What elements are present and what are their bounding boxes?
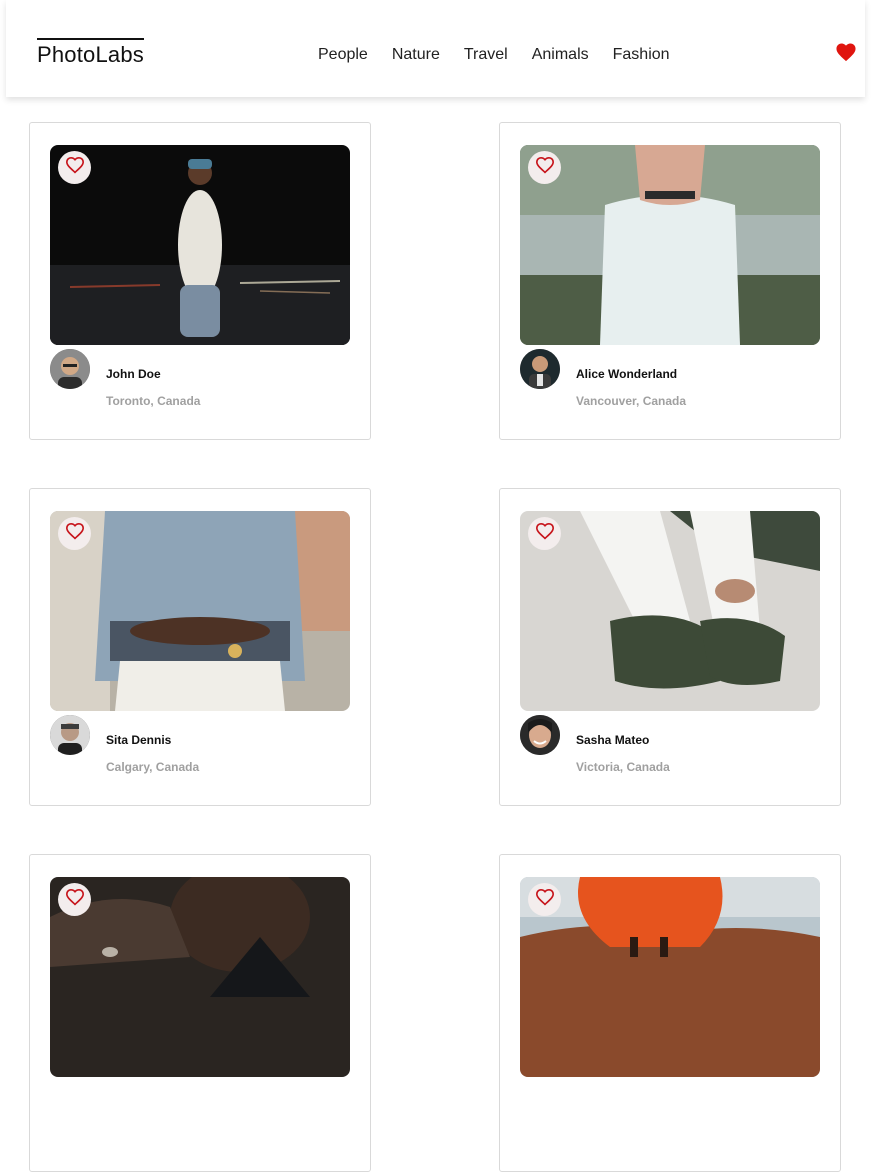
- heart-outline-icon: [535, 888, 555, 911]
- photographer-name: Sasha Mateo: [576, 733, 650, 747]
- favorites-heart-icon[interactable]: [835, 42, 857, 62]
- photo-card: Sasha Mateo Victoria, Canada: [499, 488, 841, 806]
- photographer-location: Vancouver, Canada: [576, 394, 687, 408]
- photo-card: [29, 854, 371, 1172]
- photo-image[interactable]: [520, 877, 820, 1077]
- nav-topic-fashion[interactable]: Fashion: [613, 45, 670, 65]
- photographer-name: John Doe: [106, 367, 161, 381]
- like-button[interactable]: [58, 517, 91, 550]
- avatar: [50, 349, 90, 389]
- nav-topic-nature[interactable]: Nature: [392, 45, 440, 65]
- topic-nav: People Nature Travel Animals Fashion: [318, 45, 670, 65]
- photographer-location: Calgary, Canada: [106, 760, 200, 774]
- like-button[interactable]: [58, 151, 91, 184]
- nav-topic-people[interactable]: People: [318, 45, 368, 65]
- nav-topic-animals[interactable]: Animals: [532, 45, 589, 65]
- photo-card: [499, 854, 841, 1172]
- like-button[interactable]: [58, 883, 91, 916]
- like-button[interactable]: [528, 151, 561, 184]
- avatar: [50, 715, 90, 755]
- photo-image[interactable]: [520, 145, 820, 345]
- photo-image[interactable]: [50, 877, 350, 1077]
- heart-outline-icon: [535, 156, 555, 179]
- heart-outline-icon: [65, 156, 85, 179]
- photo-image[interactable]: [520, 511, 820, 711]
- photo-card: Sita Dennis Calgary, Canada: [29, 488, 371, 806]
- photographer-location: Victoria, Canada: [576, 760, 670, 774]
- top-nav-bar: PhotoLabs People Nature Travel Animals F…: [6, 0, 865, 97]
- heart-outline-icon: [65, 522, 85, 545]
- heart-outline-icon: [65, 888, 85, 911]
- avatar: [520, 715, 560, 755]
- photographer-name: Alice Wonderland: [576, 367, 678, 381]
- photo-card: John Doe Toronto, Canada: [29, 122, 371, 440]
- photographer-name: Sita Dennis: [106, 733, 172, 747]
- photo-card: Alice Wonderland Vancouver, Canada: [499, 122, 841, 440]
- heart-outline-icon: [535, 522, 555, 545]
- photographer-location: Toronto, Canada: [106, 394, 201, 408]
- logo[interactable]: PhotoLabs: [37, 38, 144, 67]
- nav-topic-travel[interactable]: Travel: [464, 45, 508, 65]
- photo-image[interactable]: [50, 145, 350, 345]
- photo-image[interactable]: [50, 511, 350, 711]
- like-button[interactable]: [528, 883, 561, 916]
- like-button[interactable]: [528, 517, 561, 550]
- avatar: [520, 349, 560, 389]
